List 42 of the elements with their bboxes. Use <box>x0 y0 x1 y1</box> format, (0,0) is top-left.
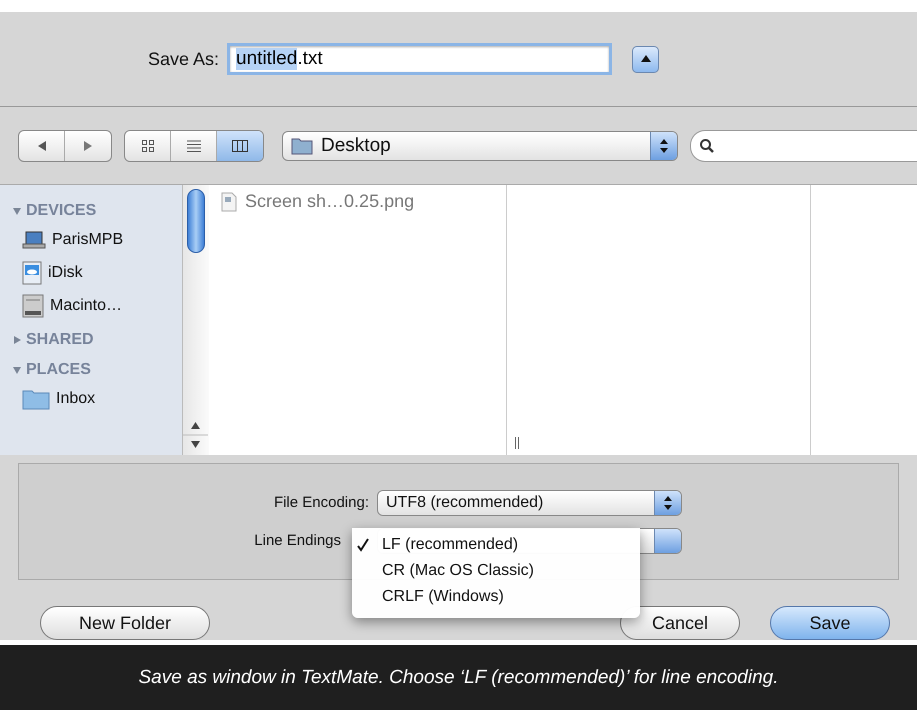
save-as-label: Save As: <box>148 48 220 70</box>
search-field[interactable] <box>690 130 917 162</box>
collapse-button[interactable] <box>632 46 660 72</box>
dialog-button[interactable]: Cancel <box>620 606 740 640</box>
expanded-triangle-icon[interactable] <box>12 206 22 216</box>
filename-field[interactable]: untitled.txt <box>227 43 612 75</box>
dialog-button[interactable]: Save <box>770 606 890 640</box>
hard-drive-icon <box>22 294 44 318</box>
column-view-icon <box>231 138 249 152</box>
sidebar-item[interactable]: ParisMPB <box>0 223 182 256</box>
triangle-icon <box>640 54 652 64</box>
menu-item[interactable]: LF (recommended) <box>352 532 640 558</box>
up-down-arrows-icon <box>659 138 669 154</box>
line-endings-label: Line Endings <box>253 532 341 549</box>
column-resize-icon[interactable] <box>514 437 520 449</box>
expanded-triangle-icon[interactable] <box>12 365 22 375</box>
up-down-arrows-icon <box>663 494 673 510</box>
section-heading: SHARED <box>26 331 94 349</box>
file-encoding-popup[interactable]: UTF8 (recommended) <box>377 490 682 516</box>
view-mode-button[interactable] <box>217 130 263 160</box>
sidebar-item[interactable]: Inbox <box>0 382 182 415</box>
collapsed-triangle-icon[interactable] <box>12 335 22 345</box>
file-item[interactable]: Screen sh…0.25.png <box>209 185 506 212</box>
section-heading: PLACES <box>26 361 91 379</box>
back-icon <box>36 140 48 152</box>
folder-icon <box>291 136 313 154</box>
file-icon <box>221 192 237 212</box>
laptop-icon <box>22 230 46 250</box>
location-popup[interactable]: Desktop <box>282 130 678 160</box>
file-encoding-label: File Encoding: <box>272 494 369 511</box>
section-heading: DEVICES <box>26 202 96 220</box>
folder-icon <box>22 388 50 410</box>
search-icon <box>699 138 715 154</box>
sidebar-item[interactable]: Macinto… <box>0 289 182 322</box>
caption: Save as window in TextMate. Choose ‘LF (recommended)’ for line encoding. <box>138 666 778 688</box>
icon-view-icon <box>140 138 154 152</box>
menu-item[interactable]: CR (Mac OS Classic) <box>352 558 640 584</box>
sidebar-item[interactable]: iDisk <box>0 256 182 289</box>
list-view-icon <box>186 138 202 152</box>
dialog-button[interactable]: New Folder <box>40 606 210 640</box>
scroll-bar[interactable] <box>182 185 209 455</box>
forward-icon <box>82 140 94 152</box>
